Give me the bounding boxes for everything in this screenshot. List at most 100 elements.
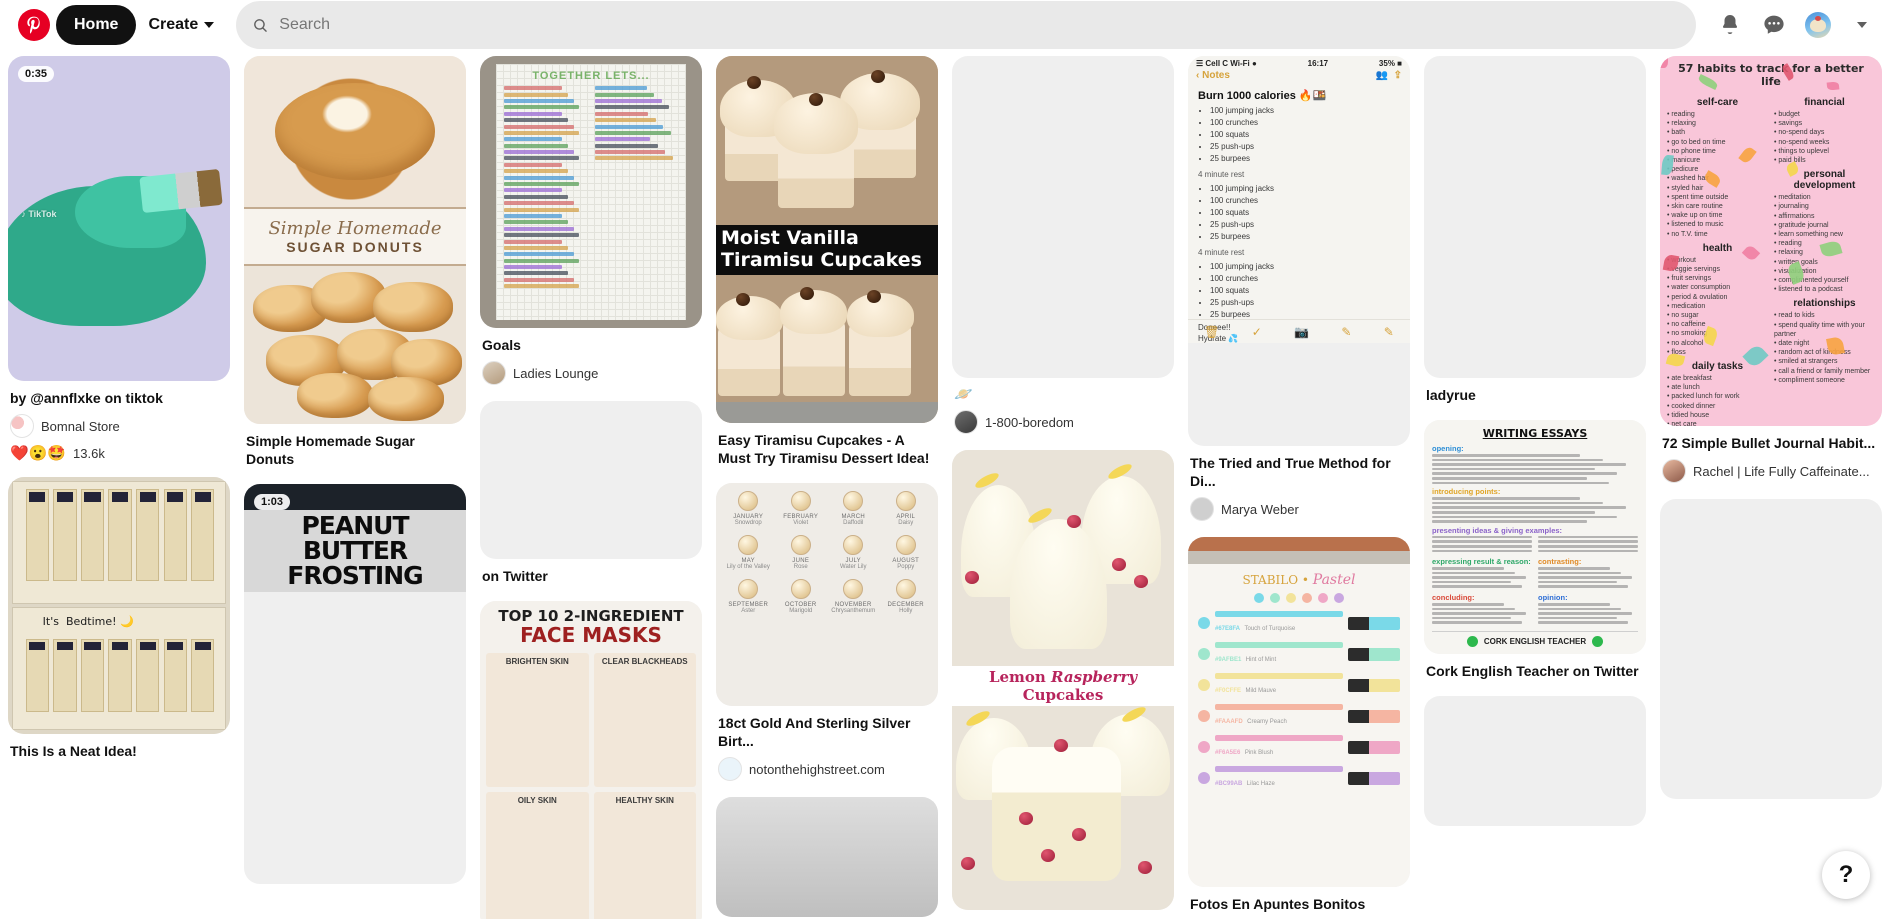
pin-card[interactable]: on Twitter — [480, 401, 702, 585]
pin-image[interactable]: It's Bedtime! 🌙 — [8, 477, 230, 734]
pin-image[interactable]: TOGETHER LETS... — [480, 56, 702, 328]
pin-card[interactable]: 🪐 1-800-boredom — [952, 56, 1174, 434]
chevron-down-icon — [204, 22, 215, 28]
pin-image[interactable] — [480, 401, 702, 559]
account-avatar-button[interactable] — [1798, 5, 1838, 45]
artwork-tiramisu-cupcakes: Moist Vanilla Tiramisu Cupcakes — [716, 56, 938, 423]
note-list-item: 100 squats — [1210, 285, 1410, 297]
pin-column-5: 🪐 1-800-boredom Lemon Raspberry Cupcakes — [952, 56, 1174, 919]
pin-card[interactable]: FriedMacaroni & CheeseBites — [1660, 499, 1882, 799]
pin-card[interactable]: PEANUT BUTTER FROSTING 1:03 — [244, 484, 466, 884]
pin-card[interactable]: Lemon Raspberry Cupcakes — [952, 450, 1174, 910]
pin-title[interactable]: This Is a Neat Idea! — [10, 742, 228, 760]
habit-item: • period & ovulation — [1667, 293, 1728, 301]
notifications-button[interactable] — [1710, 5, 1750, 45]
mask-cell-title: HEALTHY SKIN — [615, 795, 674, 805]
search-bar[interactable] — [236, 1, 1696, 49]
pin-title[interactable]: Cork English Teacher on Twitter — [1426, 662, 1644, 680]
add-people-icon[interactable]: 👥 — [1376, 70, 1388, 81]
pin-card[interactable]: TOP 10 2-INGREDIENT FACE MASKS BRIGHTEN SK… — [480, 601, 702, 919]
pin-author[interactable]: notonthehighstreet.com — [718, 757, 936, 781]
pin-image[interactable]: ☰ Cell C Wi-Fi ● 16:17 35% ■ ‹ Notes 👥 ⇪ Burn… — [1188, 56, 1410, 446]
pin-feed-grid[interactable]: ♪ TikTok 0:35 by @annflxke on tiktok Bomnal… — [0, 50, 1892, 919]
swatch-hex: #F0CFFE — [1215, 688, 1242, 694]
pin-image[interactable]: FriedMacaroni & CheeseBites — [1660, 499, 1882, 799]
pin-author[interactable]: Ladies Lounge — [482, 361, 700, 385]
pin-emoji-reaction: 🪐 — [954, 386, 973, 403]
camera-icon[interactable]: 📷 — [1294, 325, 1309, 339]
swatch-name: Mild Mauve — [1245, 688, 1277, 694]
nav-create-button[interactable]: Create — [136, 5, 222, 45]
pin-title[interactable]: 72 Simple Bullet Journal Habit... — [1662, 434, 1880, 452]
note-list-item: 100 jumping jacks — [1210, 105, 1410, 117]
charm-flower: Holly — [899, 608, 913, 614]
pin-card[interactable]: STABILO • Pastel #67E8FA Touch of Turquoi… — [1188, 537, 1410, 913]
nav-home-button[interactable]: Home — [56, 5, 137, 45]
trash-icon[interactable]: 🗑 — [1204, 325, 1219, 339]
pin-image[interactable]: STABILO • Pastel #67E8FA Touch of Turquoi… — [1188, 537, 1410, 887]
pin-title[interactable]: on Twitter — [482, 567, 700, 585]
artwork-placeholder — [716, 797, 938, 917]
status-carrier: ☰ Cell C Wi-Fi ● — [1196, 59, 1257, 68]
pin-card[interactable]: ♪ TikTok 0:35 by @annflxke on tiktok Bomnal… — [8, 56, 230, 461]
pin-author[interactable]: Bomnal Store — [10, 414, 228, 438]
pinterest-logo-icon[interactable] — [18, 9, 50, 41]
pin-image[interactable]: TOP 10 2-INGREDIENT FACE MASKS BRIGHTEN SK… — [480, 601, 702, 919]
pin-card[interactable]: 57 habits to track for a better life self… — [1660, 56, 1882, 483]
pin-title[interactable]: Simple Homemade Sugar Donuts — [246, 432, 464, 468]
pin-image[interactable]: ♪ TikTok 0:35 — [8, 56, 230, 381]
pin-image[interactable]: JANUARY Snowdrop FEBRUARY Violet MARCH Daffod… — [716, 483, 938, 706]
pin-image[interactable]: PEANUT BUTTER FROSTING 1:03 — [244, 484, 466, 884]
pin-image[interactable] — [1424, 696, 1646, 826]
pin-title[interactable]: Goals — [482, 336, 700, 354]
habit-item: • ate breakfast — [1667, 375, 1712, 383]
swatch-name: Creamy Peach — [1247, 719, 1287, 725]
habit-item: • pet care — [1667, 421, 1697, 426]
pin-title[interactable]: Fotos En Apuntes Bonitos — [1190, 895, 1408, 913]
pin-card[interactable]: JANUARY Snowdrop FEBRUARY Violet MARCH Daffod… — [716, 483, 938, 781]
pin-author[interactable]: Marya Weber — [1190, 497, 1408, 521]
messages-button[interactable] — [1754, 5, 1794, 45]
pin-card[interactable]: Which one ? ladyrue — [1424, 56, 1646, 404]
pin-title[interactable]: ladyrue — [1426, 386, 1644, 404]
pin-card[interactable] — [716, 797, 938, 917]
account-menu-button[interactable] — [1842, 5, 1882, 45]
search-input[interactable] — [277, 15, 1680, 35]
search-icon — [254, 18, 268, 32]
pin-card[interactable]: It's Bedtime! 🌙 This Is a Neat Idea! — [8, 477, 230, 760]
pin-card[interactable]: Moist Vanilla Tiramisu Cupcakes Easy Tiram… — [716, 56, 938, 467]
pin-author[interactable]: 1-800-boredom — [954, 410, 1172, 434]
help-button[interactable]: ? — [1822, 851, 1870, 899]
pin-image[interactable] — [952, 56, 1174, 378]
pin-image[interactable]: Simple Homemade SUGAR DONUTS — [244, 56, 466, 424]
note-rest-label: 4 minute rest — [1198, 248, 1245, 257]
swatch-hex: #F6A5E6 — [1215, 750, 1241, 756]
notes-back-button[interactable]: ‹ Notes — [1196, 70, 1230, 81]
share-icon[interactable]: ⇪ — [1394, 70, 1402, 81]
pin-title[interactable]: Easy Tiramisu Cupcakes - A Must Try Tira… — [718, 431, 936, 467]
pin-image[interactable]: 57 habits to track for a better life self… — [1660, 56, 1882, 426]
pin-image[interactable]: Lemon Raspberry Cupcakes — [952, 450, 1174, 910]
checklist-icon[interactable]: ✓ — [1252, 325, 1262, 339]
pin-card[interactable]: TOGETHER LETS... Goals Ladies Lounge — [480, 56, 702, 385]
swatch-hex: #67E8FA — [1215, 626, 1241, 632]
pin-title[interactable]: 18ct Gold And Sterling Silver Birt... — [718, 714, 936, 750]
pin-author-name: Ladies Lounge — [513, 365, 599, 381]
compose-icon[interactable]: ✎ — [1384, 325, 1394, 339]
charm-flower: Aster — [741, 608, 756, 614]
pin-card[interactable] — [1424, 696, 1646, 826]
pin-title[interactable]: The Tried and True Method for Di... — [1190, 454, 1408, 490]
avatar — [1190, 497, 1214, 521]
pin-author[interactable]: Rachel | Life Fully Caffeinate... — [1662, 459, 1880, 483]
pin-image[interactable]: Which one ? — [1424, 56, 1646, 378]
pin-card[interactable]: WRITING ESSAYS opening: introducing points… — [1424, 420, 1646, 680]
note-list-item: 25 push-ups — [1210, 141, 1410, 153]
pin-image[interactable]: Moist Vanilla Tiramisu Cupcakes — [716, 56, 938, 423]
pin-image[interactable] — [716, 797, 938, 917]
note-list-item: 100 crunches — [1210, 117, 1410, 129]
pin-image[interactable]: WRITING ESSAYS opening: introducing points… — [1424, 420, 1646, 654]
pin-card[interactable]: ☰ Cell C Wi-Fi ● 16:17 35% ■ ‹ Notes 👥 ⇪ Burn… — [1188, 56, 1410, 521]
pin-card[interactable]: Simple Homemade SUGAR DONUTS Simple Homema… — [244, 56, 466, 468]
markup-icon[interactable]: ✎ — [1341, 325, 1351, 339]
pin-title[interactable]: by @annflxke on tiktok — [10, 389, 228, 407]
